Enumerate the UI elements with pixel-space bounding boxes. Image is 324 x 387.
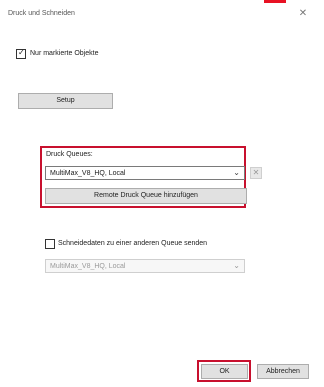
checkmark-icon: ✓ bbox=[18, 48, 25, 57]
print-queue-value: MultiMax_V8_HQ, Local bbox=[50, 170, 126, 177]
delete-queue-icon[interactable]: ✕ bbox=[250, 167, 262, 179]
title-accent bbox=[264, 0, 286, 3]
chevron-down-icon: ⌄ bbox=[233, 261, 240, 270]
only-selected-checkbox[interactable]: ✓ bbox=[16, 48, 26, 59]
ok-button[interactable]: OK bbox=[201, 364, 248, 379]
close-icon[interactable]: ✕ bbox=[296, 7, 310, 21]
title-bar: Druck und Schneiden ✕ bbox=[0, 0, 324, 26]
cut-queue-value: MultiMax_V8_HQ, Local bbox=[50, 263, 126, 270]
print-queues-label: Druck Queues: bbox=[46, 151, 93, 158]
add-remote-queue-button[interactable]: Remote Druck Queue hinzufügen bbox=[45, 188, 247, 204]
window-title: Druck und Schneiden bbox=[8, 10, 75, 17]
setup-button[interactable]: Setup bbox=[18, 93, 113, 109]
cut-data-label: Schneidedaten zu einer anderen Queue sen… bbox=[58, 240, 208, 247]
cut-queue-select[interactable]: MultiMax_V8_HQ, Local ⌄ bbox=[45, 259, 245, 273]
cut-data-checkbox[interactable] bbox=[45, 239, 55, 249]
cancel-button[interactable]: Abbrechen bbox=[257, 364, 309, 379]
chevron-down-icon: ⌄ bbox=[233, 168, 240, 177]
print-queue-select[interactable]: MultiMax_V8_HQ, Local ⌄ bbox=[45, 166, 245, 180]
only-selected-label: Nur markierte Objekte bbox=[30, 50, 99, 57]
